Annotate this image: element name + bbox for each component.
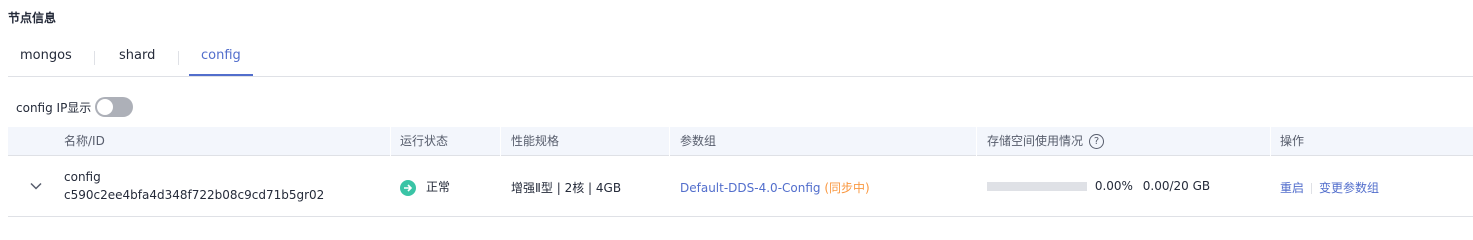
toggle-knob [97,99,114,115]
node-tabs: mongos shard config [8,40,1473,77]
ip-display-toggle[interactable] [95,97,134,117]
table-row: config c590c2ee4bfa4d348f722b08c9cd71b5g… [8,156,1473,217]
actions-cell: 重启 变更参数组 [1280,179,1379,196]
header-divider [669,127,670,156]
header-storage-label: 存储空间使用情况 [987,134,1084,148]
ip-toggle-label: config IP显示 [16,100,92,115]
header-divider [1270,127,1271,156]
header-divider [500,127,501,156]
active-tab-indicator [189,74,253,76]
help-icon[interactable]: ? [1089,134,1105,149]
spec-text: 增强Ⅱ型 | 2核 | 4GB [511,181,622,195]
section-title: 节点信息 [8,11,57,25]
header-param-group: 参数组 [680,134,717,148]
ip-toggle-row: config IP显示 [16,96,134,118]
tab-divider [178,51,179,65]
param-group-sync-state: (同步中) [824,181,870,195]
header-spec: 性能规格 [511,134,560,148]
tab-config[interactable]: config [201,48,241,63]
chevron-down-icon[interactable] [30,180,42,192]
tab-mongos[interactable]: mongos [20,48,72,63]
header-status: 运行状态 [400,134,449,148]
header-divider [976,127,977,156]
param-group-link[interactable]: Default-DDS-4.0-Config [680,181,821,195]
header-divider [390,127,391,156]
header-actions: 操作 [1280,134,1305,148]
header-name: 名称/ID [64,134,105,148]
storage-percent: 0.00% [1094,179,1133,193]
param-group-cell: Default-DDS-4.0-Config (同步中) [680,179,870,196]
tab-divider [94,51,95,65]
storage-usage-bar [987,182,1087,191]
action-divider [1311,183,1313,194]
node-table: 名称/ID 运行状态 性能规格 参数组 存储空间使用情况? 操作 config … [8,127,1473,217]
node-id: c590c2ee4bfa4d348f722b08c9cd71b5gr02 [64,188,325,202]
change-param-group-button[interactable]: 变更参数组 [1319,181,1379,195]
node-name: config [64,170,101,184]
status-text: 正常 [426,180,451,194]
tab-shard[interactable]: shard [119,48,155,63]
restart-button[interactable]: 重启 [1280,181,1304,195]
table-header: 名称/ID 运行状态 性能规格 参数组 存储空间使用情况? 操作 [8,127,1473,156]
status-ok-icon [400,179,416,196]
storage-amount: 0.00/20 GB [1142,179,1211,193]
header-storage: 存储空间使用情况? [987,127,1105,156]
storage-cell: 0.00% 0.00/20 GB [987,179,1210,193]
status-cell: 正常 [400,178,450,196]
